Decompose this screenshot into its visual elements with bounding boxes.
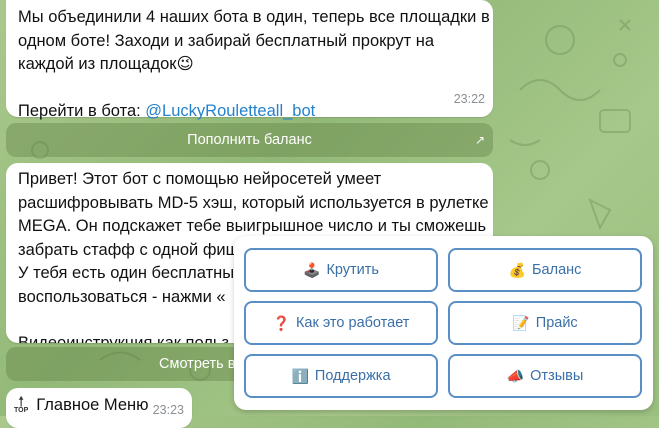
money-bag-icon: 💰 (508, 261, 527, 278)
goto-label: Перейти в бота: (18, 101, 146, 120)
support-button[interactable]: ℹ️ Поддержка (244, 354, 438, 398)
question-mark-icon: ❓ (272, 314, 290, 331)
message-text-line: расшифровывать MD-5 хэш, который использ… (18, 193, 489, 212)
external-link-icon: ↗ (474, 133, 485, 147)
price-button[interactable]: 📝 Прайс (448, 301, 642, 345)
how-it-works-button[interactable]: ❓ Как это работает (244, 301, 438, 345)
message-time: 23:23 (152, 402, 184, 417)
spin-label: Крутить (326, 262, 379, 278)
reply-keyboard: 🕹️ Крутить 💰 Баланс ❓ Как это работает 📝… (234, 236, 653, 410)
joystick-icon: 🕹️ (303, 261, 321, 278)
megaphone-icon: 📣 (506, 367, 525, 384)
message-goto-line: Перейти в бота: @LuckyRouletteall_bot (18, 100, 493, 124)
balance-label: Баланс (532, 262, 582, 278)
info-icon: ℹ️ (291, 367, 309, 384)
balance-button[interactable]: 💰 Баланс (448, 248, 642, 292)
how-it-works-label: Как это работает (295, 315, 410, 331)
message-text-line: MEGA. Он подскажет тебе выигрышное число… (18, 217, 487, 235)
price-label: Прайс (535, 315, 578, 331)
message-text-line: Привет! Этот бот с помощью нейросетей ум… (18, 170, 382, 188)
watch-button-label: Смотреть в (159, 356, 236, 372)
support-label: Поддержка (314, 368, 391, 384)
main-menu-text: Главное Меню (36, 396, 149, 414)
top-arrow-icon: 🠕 TOP (14, 393, 29, 415)
spin-button[interactable]: 🕹️ Крутить (244, 248, 438, 292)
topup-balance-label: Пополнить баланс (187, 132, 312, 148)
message-text-line: каждой из площадок😉 (18, 55, 194, 73)
message-time: 23:22 (453, 91, 485, 106)
message-text-line: Мы объединили 4 наших бота в один, тепер… (18, 8, 490, 26)
message-bubble-main-menu: 🠕 TOP Главное Меню 23:23 (6, 388, 192, 428)
message-text-line: одном боте! Заходи и забирай бесплатный … (18, 31, 435, 50)
topup-balance-button[interactable]: Пополнить баланс ↗ (6, 123, 493, 157)
memo-icon: 📝 (512, 314, 530, 331)
message-spacer (18, 77, 493, 100)
reviews-button[interactable]: 📣 Отзывы (448, 354, 642, 398)
bot-link[interactable]: @LuckyRouletteall_bot (145, 102, 315, 120)
message-bubble-announcement: Мы объединили 4 наших бота в один, тепер… (6, 0, 493, 120)
reviews-label: Отзывы (530, 368, 584, 384)
